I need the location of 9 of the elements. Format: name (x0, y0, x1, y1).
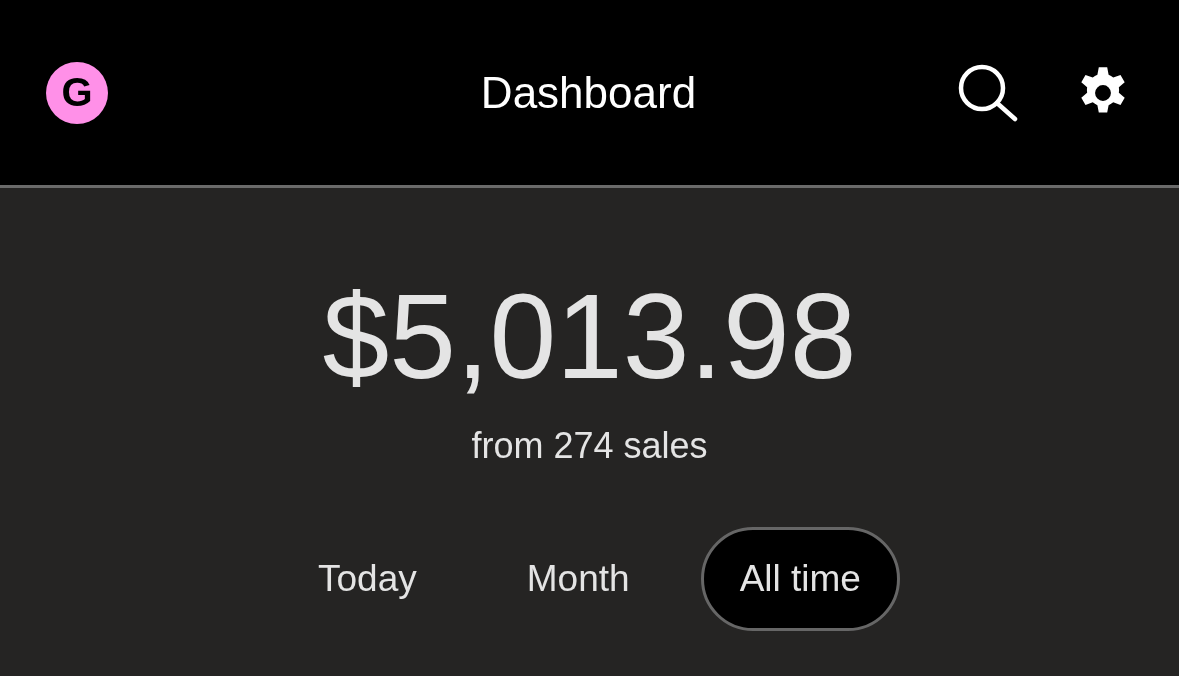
logo-badge[interactable]: G (46, 61, 108, 124)
sales-count: from 274 sales (471, 424, 708, 468)
period-tab[interactable]: Today (279, 527, 456, 632)
search-icon (957, 62, 1019, 123)
search-button[interactable] (957, 62, 1019, 123)
total-amount: $5,013.98 (322, 276, 857, 396)
period-tab[interactable]: All time (700, 527, 900, 632)
page-title: Dashboard (480, 67, 697, 118)
period-tab[interactable]: Month (487, 527, 669, 632)
